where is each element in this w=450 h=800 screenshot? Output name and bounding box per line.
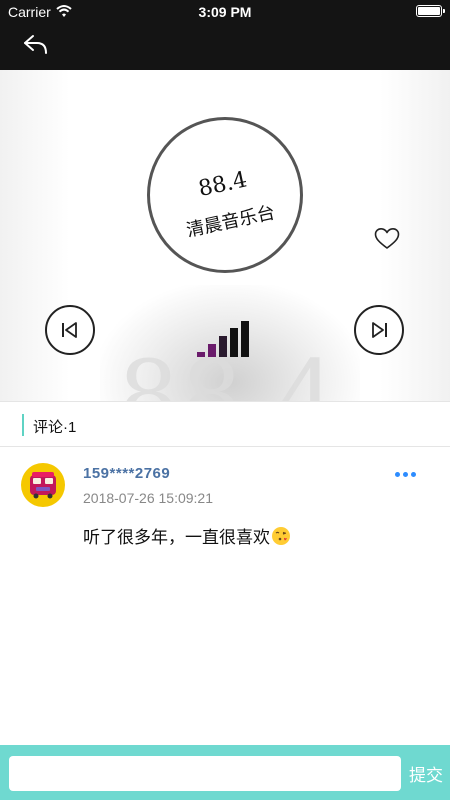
battery-icon	[416, 5, 445, 17]
header-accent-bar	[22, 414, 24, 436]
heart-icon[interactable]	[374, 227, 400, 251]
comment-input-bar: 提交	[0, 745, 450, 800]
previous-track-icon	[62, 322, 77, 338]
comment-input[interactable]	[9, 756, 401, 791]
more-dots-icon[interactable]	[392, 470, 418, 480]
back-arrow-icon[interactable]	[20, 32, 50, 58]
bus-avatar-icon	[30, 472, 56, 499]
comment-text: 听了很多年，一直很喜欢	[83, 528, 270, 547]
previous-button[interactable]	[45, 305, 95, 355]
submit-button[interactable]: 提交	[402, 755, 450, 791]
next-button[interactable]	[354, 305, 404, 355]
kiss-emoji-icon	[272, 527, 290, 545]
avatar[interactable]	[21, 463, 65, 507]
comment-text-line: 听了很多年，一直很喜欢	[83, 523, 291, 548]
comment-timestamp: 2018-07-26 15:09:21	[83, 490, 213, 506]
signal-bars-icon	[197, 321, 249, 357]
next-track-icon	[372, 322, 387, 338]
station-disc: 88.4 清晨音乐台	[147, 117, 303, 273]
player-panel: 88.4 88.4 清晨音乐台	[0, 70, 450, 401]
comments-header: 评论·1	[0, 401, 450, 447]
status-time: 3:09 PM	[198, 4, 252, 20]
nav-bar	[0, 24, 450, 70]
comment-item: 159****2769 2018-07-26 15:09:21 听了很多年，一直…	[0, 448, 450, 558]
comment-username[interactable]: 159****2769	[83, 465, 170, 482]
comments-title: 评论·1	[33, 419, 77, 436]
status-bar: Carrier 3:09 PM	[0, 0, 450, 24]
